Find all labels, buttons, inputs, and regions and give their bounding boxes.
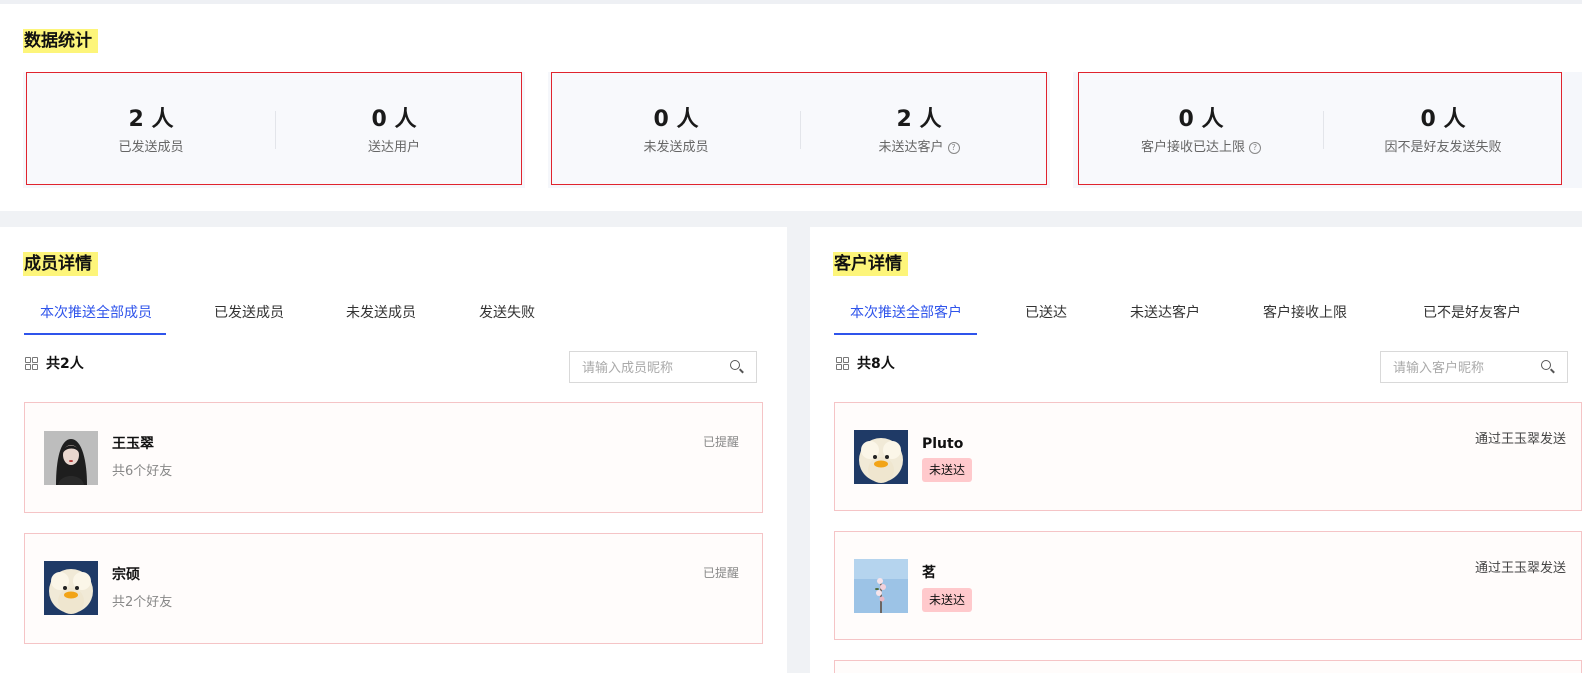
grid-icon — [25, 357, 38, 370]
stat-delivered-users: 0 人 送达用户 — [275, 73, 513, 184]
reminded-status: 已提醒 — [702, 435, 739, 449]
search-icon[interactable] — [1541, 360, 1555, 374]
stats-panel: 数据统计 2 人 已发送成员 0 人 送达用户 0 人 未发送成员 2 人 未送… — [0, 4, 1582, 211]
stat-value: 2 人 — [128, 107, 174, 132]
avatar — [854, 559, 908, 613]
stat-card-frame: 2 人 已发送成员 0 人 送达用户 — [26, 72, 522, 185]
member-name: 宗硕 — [112, 567, 140, 583]
member-search-input[interactable] — [580, 356, 724, 380]
member-card[interactable]: 宗硕 共2个好友 已提醒 — [24, 533, 763, 644]
customer-name: Pluto — [922, 436, 964, 452]
stat-card-limits: 0 人 客户接收已达上限? 0 人 因不是好友发送失败 — [1073, 72, 1582, 188]
sent-via: 通过王玉翠发送 — [1474, 432, 1566, 447]
customer-name: 茗 — [922, 565, 936, 581]
tab-sent-members[interactable]: 已发送成员 — [214, 303, 284, 323]
member-count: 共2人 — [25, 354, 145, 374]
stat-label-text: 未送达客户 — [878, 140, 944, 155]
active-tab-underline — [834, 333, 977, 335]
stat-undelivered-customers: 2 人 未送达客户? — [800, 73, 1038, 184]
sent-via: 通过王玉翠发送 — [1474, 561, 1566, 576]
stat-label: 未发送成员 — [643, 140, 709, 155]
tab-not-friends[interactable]: 已不是好友客户 — [1423, 303, 1521, 323]
stat-value: 0 人 — [653, 107, 699, 132]
customer-card[interactable]: Pluto 未送达 通过王玉翠发送 — [834, 402, 1582, 511]
reminded-status: 已提醒 — [702, 566, 739, 580]
member-name: 王玉翠 — [112, 436, 154, 452]
customer-card[interactable]: 茗 未送达 通过王玉翠发送 — [834, 531, 1582, 640]
stat-card-sent: 2 人 已发送成员 0 人 送达用户 — [23, 72, 525, 188]
help-icon[interactable]: ? — [1249, 141, 1261, 154]
tab-undelivered-customers[interactable]: 未送达客户 — [1130, 303, 1200, 323]
customer-search-input[interactable] — [1391, 356, 1535, 380]
stat-label: 送达用户 — [367, 140, 420, 155]
tab-unsent-members[interactable]: 未发送成员 — [346, 303, 416, 323]
stats-title: 数据统计 — [23, 29, 98, 53]
stat-label: 因不是好友发送失败 — [1384, 140, 1502, 155]
customer-count-text: 共8人 — [857, 356, 895, 372]
help-icon[interactable]: ? — [947, 141, 960, 154]
stat-label: 已发送成员 — [118, 140, 184, 155]
undelivered-badge: 未送达 — [922, 458, 973, 482]
stat-label: 未送达客户? — [800, 139, 1038, 157]
stat-not-friend-failed: 0 人 因不是好友发送失败 — [1323, 73, 1563, 184]
tab-all-members[interactable]: 本次推送全部成员 — [40, 303, 152, 323]
stat-label-text: 客户接收已达上限 — [1140, 140, 1245, 155]
stat-card-frame: 0 人 客户接收已达上限? 0 人 因不是好友发送失败 — [1078, 72, 1562, 185]
tab-send-failed[interactable]: 发送失败 — [479, 303, 535, 323]
customer-search — [1380, 351, 1568, 383]
search-icon[interactable] — [730, 360, 744, 374]
avatar — [44, 431, 98, 485]
stat-receive-limit: 0 人 客户接收已达上限? — [1079, 73, 1323, 184]
member-count-text: 共2人 — [46, 356, 84, 372]
member-search — [569, 351, 757, 383]
tab-delivered[interactable]: 已送达 — [1025, 303, 1067, 323]
avatar — [44, 561, 98, 615]
customer-count: 共8人 — [836, 354, 956, 374]
tab-all-customers[interactable]: 本次推送全部客户 — [850, 303, 962, 323]
stat-value: 0 人 — [1420, 107, 1466, 132]
member-friend-count: 共6个好友 — [112, 464, 173, 479]
tab-receive-limit[interactable]: 客户接收上限 — [1263, 303, 1347, 323]
undelivered-badge: 未送达 — [922, 588, 973, 612]
stat-value: 2 人 — [896, 107, 942, 132]
stat-unsent-members: 0 人 未发送成员 — [552, 73, 800, 184]
stat-sent-members: 2 人 已发送成员 — [27, 73, 275, 184]
customer-details-title: 客户详情 — [833, 252, 908, 276]
stat-label: 客户接收已达上限? — [1079, 139, 1323, 157]
member-card[interactable]: 王玉翠 共6个好友 已提醒 — [24, 402, 763, 513]
member-details-title: 成员详情 — [23, 252, 98, 276]
active-tab-underline — [24, 333, 166, 335]
avatar — [854, 430, 908, 484]
stat-card-undelivered: 0 人 未发送成员 2 人 未送达客户? — [548, 72, 1050, 188]
stat-card-frame: 0 人 未发送成员 2 人 未送达客户? — [551, 72, 1047, 185]
customer-card[interactable] — [834, 660, 1582, 673]
stat-value: 0 人 — [371, 107, 417, 132]
grid-icon — [836, 357, 849, 370]
member-friend-count: 共2个好友 — [112, 595, 173, 610]
member-tabs: 本次推送全部成员 已发送成员 未发送成员 发送失败 — [24, 303, 584, 335]
customer-tabs: 本次推送全部客户 已送达 未送达客户 客户接收上限 已不是好友客户 — [834, 303, 1554, 335]
stat-value: 0 人 — [1178, 107, 1224, 132]
